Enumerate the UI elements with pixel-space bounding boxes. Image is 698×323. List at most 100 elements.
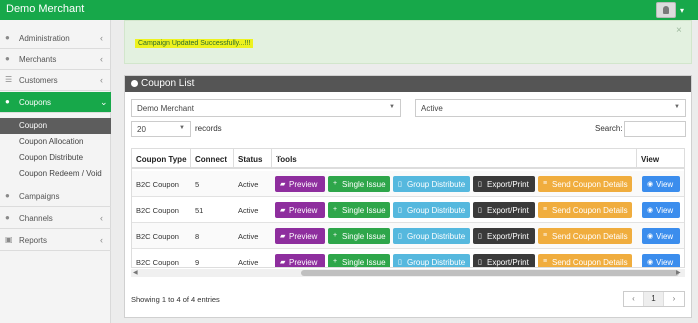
briefcase-icon: ▰ (280, 233, 286, 240)
list-icon: ≡ (543, 232, 548, 239)
users-icon: ● (5, 191, 10, 200)
export-print-button[interactable]: ▯ Export/Print (473, 176, 535, 192)
user-menu-button[interactable] (656, 2, 676, 18)
page-button[interactable]: 1 (644, 292, 664, 306)
next-page-button[interactable]: › (664, 292, 684, 306)
table-row: B2C Coupon 9 Active ▰ Preview + Single Iss… (132, 249, 684, 267)
close-icon[interactable]: × (676, 25, 682, 36)
column-header[interactable]: Connect (191, 149, 234, 169)
chevron-left-icon: ‹ (100, 54, 103, 64)
plus-icon: + (333, 258, 338, 265)
eye-icon: ◉ (647, 233, 654, 240)
send-coupon-details-button[interactable]: ≡ Send Coupon Details (538, 254, 632, 267)
panel-header: Coupon List (125, 76, 691, 92)
briefcase-icon: ▰ (280, 181, 286, 188)
top-bar: Demo Merchant ▾ (0, 0, 698, 20)
send-coupon-details-button[interactable]: ≡ Send Coupon Details (538, 176, 632, 192)
users-icon: ● (5, 213, 10, 222)
view-button[interactable]: ◉ View (642, 228, 680, 244)
export-print-button[interactable]: ▯ Export/Print (473, 228, 535, 244)
sidebar-item-label: Customers (19, 76, 58, 85)
column-header[interactable]: View (637, 149, 684, 169)
sidebar-item-administration[interactable]: ● Administration ‹ (0, 28, 111, 49)
cart-icon: ▣ (5, 235, 13, 244)
plus-icon: + (333, 232, 338, 239)
users-icon: ● (5, 54, 10, 63)
users-icon: ● (5, 33, 10, 42)
sidebar-item-reports[interactable]: ▣ Reports ‹ (0, 230, 111, 251)
column-header[interactable]: Tools ⇅ (272, 149, 637, 169)
prev-page-button[interactable]: ‹ (624, 292, 644, 306)
file-icon: ▯ (478, 207, 482, 214)
sidebar-item-channels[interactable]: ● Channels ‹ (0, 208, 111, 229)
column-header[interactable]: Status (234, 149, 272, 169)
sidebar-subitem-coupon-allocation[interactable]: Coupon Allocation (0, 134, 111, 150)
sidebar-subitem-coupon-redeem[interactable]: Coupon Redeem / Void (0, 166, 111, 182)
briefcase-icon: ▰ (280, 259, 286, 266)
table-row: B2C Coupon 8 Active ▰ Preview + Single Iss… (132, 223, 684, 249)
scroll-thumb[interactable] (301, 270, 679, 276)
caret-down-icon[interactable]: ▾ (680, 6, 684, 15)
sidebar-item-merchants[interactable]: ● Merchants ‹ (0, 49, 111, 70)
export-print-button[interactable]: ▯ Export/Print (473, 202, 535, 218)
sidebar-item-label: Channels (19, 214, 53, 223)
horizontal-scrollbar[interactable]: ◀ ▶ (131, 269, 685, 277)
sidebar-item-label: Coupons (19, 98, 52, 107)
plus-icon: + (333, 206, 338, 213)
sidebar-item-campaigns[interactable]: ● Campaigns (0, 186, 111, 207)
records-label: records (195, 124, 222, 133)
group-distribute-button[interactable]: ▯ Group Distribute (393, 202, 470, 218)
sidebar-item-label: Administration (19, 34, 70, 43)
single-issue-button[interactable]: + Single Issue (328, 228, 390, 244)
status-select[interactable]: Active ▼ (415, 99, 686, 117)
entries-info: Showing 1 to 4 of 4 entries (131, 295, 220, 304)
chevron-down-icon: ▼ (674, 104, 680, 110)
eye-icon: ◉ (647, 207, 654, 214)
view-button[interactable]: ◉ View (642, 254, 680, 267)
group-distribute-button[interactable]: ▯ Group Distribute (393, 228, 470, 244)
file-icon: ▯ (478, 233, 482, 240)
group-distribute-button[interactable]: ▯ Group Distribute (393, 176, 470, 192)
view-button[interactable]: ◉ View (642, 202, 680, 218)
view-button[interactable]: ◉ View (642, 176, 680, 192)
table-row: B2C Coupon 5 Active ▰ Preview + Single Iss… (132, 171, 684, 197)
merchant-select[interactable]: Demo Merchant ▼ (131, 99, 401, 117)
sidebar-item-customers[interactable]: ☰ Customers ‹ (0, 70, 111, 91)
sidebar-item-label: Reports (19, 236, 48, 245)
chevron-down-icon: ⌄ (100, 97, 108, 107)
file-icon: ▯ (398, 181, 402, 188)
file-icon: ▯ (478, 181, 482, 188)
preview-button[interactable]: ▰ Preview (275, 254, 325, 267)
chevron-left-icon: ‹ (100, 33, 103, 43)
page-size-select[interactable]: 20 ▼ (131, 121, 191, 137)
preview-button[interactable]: ▰ Preview (275, 228, 325, 244)
single-issue-button[interactable]: + Single Issue (328, 176, 390, 192)
single-issue-button[interactable]: + Single Issue (328, 254, 390, 267)
file-icon: ▯ (398, 207, 402, 214)
briefcase-icon: ▰ (280, 207, 286, 214)
send-coupon-details-button[interactable]: ≡ Send Coupon Details (538, 228, 632, 244)
list-icon: ☰ (5, 75, 13, 84)
preview-button[interactable]: ▰ Preview (275, 202, 325, 218)
scroll-right-icon[interactable]: ▶ (676, 269, 681, 276)
send-coupon-details-button[interactable]: ≡ Send Coupon Details (538, 202, 632, 218)
file-icon: ▯ (478, 259, 482, 266)
alert-message: Campaign Updated Successfully...!!! (135, 39, 254, 48)
sidebar-subitem-coupon[interactable]: Coupon (0, 118, 111, 134)
pagination: ‹ 1 › (623, 291, 685, 307)
sidebar-item-coupons[interactable]: ● Coupons ⌄ (0, 92, 111, 113)
group-distribute-button[interactable]: ▯ Group Distribute (393, 254, 470, 267)
export-print-button[interactable]: ▯ Export/Print (473, 254, 535, 267)
coupon-list-panel: Coupon List Demo Merchant ▼ Active ▼ 20 … (124, 75, 692, 318)
eye-icon: ◉ (647, 259, 654, 266)
search-input[interactable] (624, 121, 686, 137)
users-icon: ● (5, 97, 10, 106)
sidebar-subitem-coupon-distribute[interactable]: Coupon Distribute (0, 150, 111, 166)
single-issue-button[interactable]: + Single Issue (328, 202, 390, 218)
success-alert: Campaign Updated Successfully...!!! × (124, 20, 692, 64)
column-header[interactable]: Coupon Type (132, 149, 191, 169)
preview-button[interactable]: ▰ Preview (275, 176, 325, 192)
scroll-left-icon[interactable]: ◀ (133, 269, 138, 276)
list-circle-icon (131, 80, 138, 87)
plus-icon: + (333, 180, 338, 187)
